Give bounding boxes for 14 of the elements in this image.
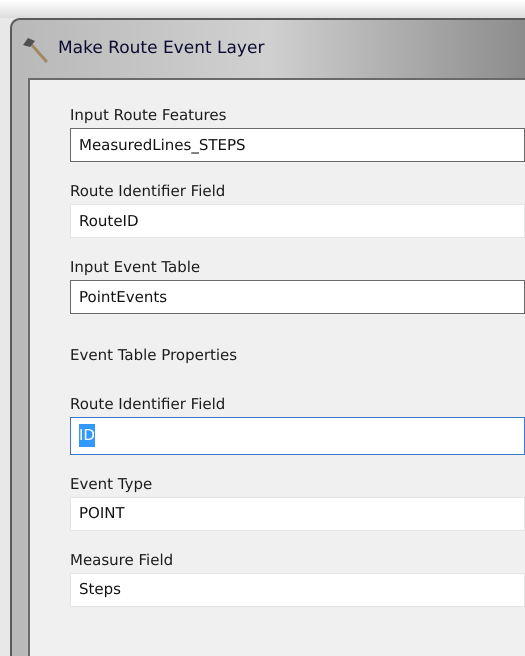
hammer-icon <box>20 35 50 63</box>
field-label: Event Type <box>70 474 154 494</box>
field-label: Route Identifier Field <box>70 394 226 414</box>
input-field[interactable]: PointEvents <box>70 280 525 314</box>
field-label: Measure Field <box>70 550 174 570</box>
window-title: Make Route Event Layer <box>58 37 264 60</box>
section-heading: Event Table Properties <box>70 345 238 366</box>
field-label: Input Route Features <box>70 105 228 126</box>
field-label: Input Event Table <box>70 257 202 278</box>
dropdown-field[interactable]: Steps <box>70 572 525 606</box>
field-label: Route Identifier Field <box>70 181 226 202</box>
dropdown-field[interactable]: RouteID <box>70 204 525 238</box>
dropdown-field[interactable]: POINT <box>70 496 525 530</box>
input-field[interactable]: MeasuredLines_STEPS <box>70 128 525 162</box>
